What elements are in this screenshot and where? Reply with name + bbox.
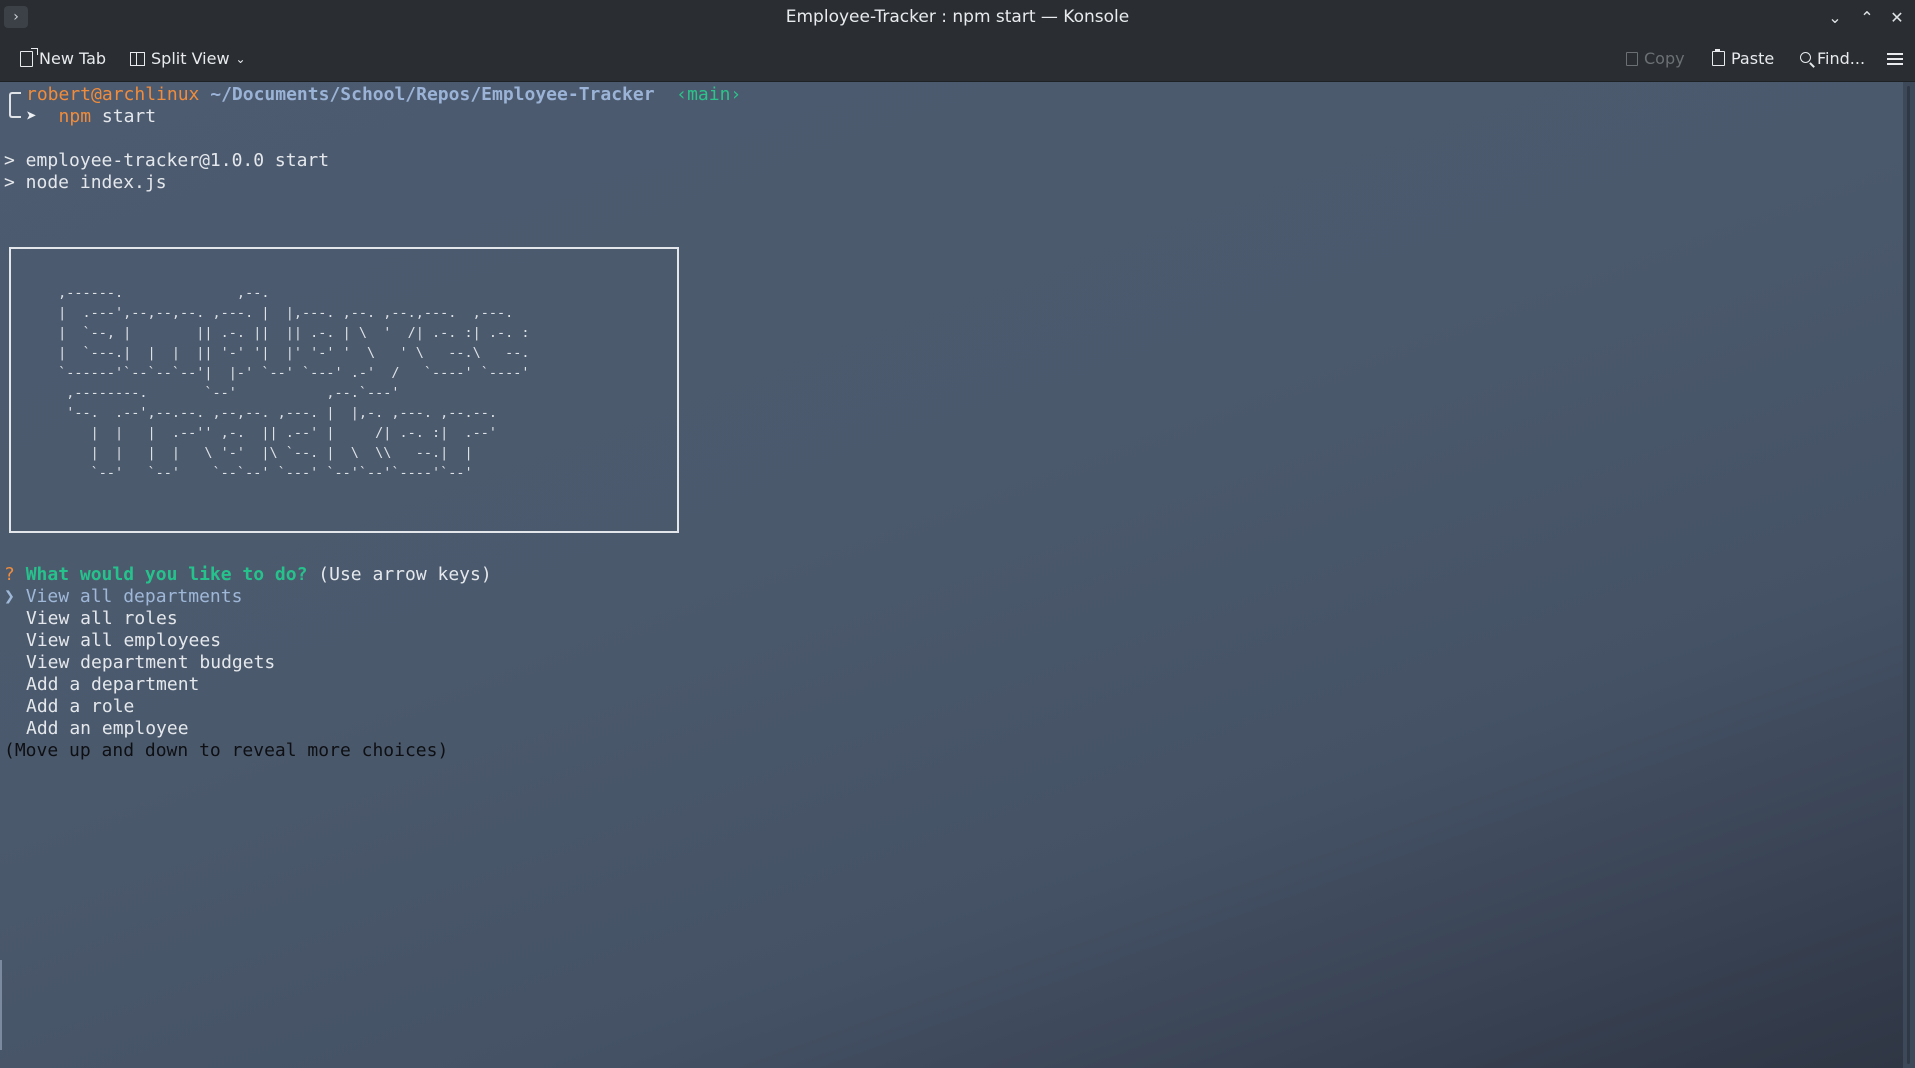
new-tab-button[interactable]: New Tab xyxy=(20,36,106,81)
hamburger-menu-button[interactable] xyxy=(1887,36,1903,81)
split-view-label: Split View xyxy=(151,49,230,68)
prompt-user-host: robert@archlinux xyxy=(26,84,200,105)
question-mark: ? xyxy=(4,564,15,585)
new-tab-label: New Tab xyxy=(39,49,107,68)
toolbar: New Tab Split View ⌄ Copy Paste Find... xyxy=(0,36,1915,82)
paste-icon xyxy=(1712,49,1725,66)
minimize-icon[interactable]: ⌄ xyxy=(1823,6,1847,30)
script-line: > node index.js xyxy=(4,172,167,193)
ascii-banner: ,------. ,--. | .---',--,--,--. ,---. | … xyxy=(58,285,530,481)
window-title: Employee-Tracker : npm start — Konsole xyxy=(785,7,1130,27)
split-view-button[interactable]: Split View ⌄ xyxy=(130,36,246,81)
menu-item[interactable]: View department budgets xyxy=(26,652,275,674)
menu-item[interactable]: Add an employee xyxy=(26,718,189,740)
menu-footer-hint: (Move up and down to reveal more choices… xyxy=(4,740,449,761)
scroll-marker xyxy=(0,960,2,1050)
menu-item[interactable]: Add a role xyxy=(26,696,134,718)
menu-item[interactable]: View all roles xyxy=(26,608,178,630)
split-view-icon xyxy=(130,51,145,66)
terminal-scrollbar[interactable] xyxy=(1903,82,1915,1068)
prompt-bracket xyxy=(9,92,21,118)
close-icon[interactable]: ✕ xyxy=(1885,6,1909,30)
find-label: Find... xyxy=(1817,49,1866,68)
menu-item[interactable]: Add a department xyxy=(26,674,199,696)
question-hint: (Use arrow keys) xyxy=(318,564,492,585)
paste-label: Paste xyxy=(1731,49,1775,68)
command-args: start xyxy=(101,106,157,127)
menu-item-label: View all departments xyxy=(25,586,243,607)
menu-item-selected[interactable]: ❯ View all departments xyxy=(4,586,242,608)
prompt-path: ~/Documents/School/Repos/Employee-Tracke… xyxy=(210,84,655,105)
title-bar: › Employee-Tracker : npm start — Konsole… xyxy=(0,0,1915,36)
maximize-icon[interactable]: ⌃ xyxy=(1855,6,1879,30)
pointer-icon: ❯ xyxy=(4,586,15,607)
question-text: What would you like to do? xyxy=(25,564,308,585)
prompt-branch: ‹main› xyxy=(676,84,742,105)
prompt-arrow-icon: ➤ xyxy=(26,106,37,127)
script-line: > employee-tracker@1.0.0 start xyxy=(4,150,330,171)
new-tab-icon xyxy=(20,47,38,67)
command-name: npm xyxy=(58,106,92,127)
copy-label: Copy xyxy=(1644,49,1685,68)
command-line: ➤ npm start xyxy=(26,106,156,128)
prompt-line: robert@archlinux ~/Documents/School/Repo… xyxy=(26,84,741,106)
konsole-window: › Employee-Tracker : npm start — Konsole… xyxy=(0,0,1915,1068)
find-button[interactable]: Find... xyxy=(1800,36,1865,81)
terminal-view[interactable]: robert@archlinux ~/Documents/School/Repo… xyxy=(0,82,1903,1068)
chevron-down-icon: ⌄ xyxy=(235,51,246,66)
prompt-question: ? What would you like to do? (Use arrow … xyxy=(4,564,492,586)
copy-button[interactable]: Copy xyxy=(1626,36,1685,81)
copy-icon xyxy=(1626,51,1638,66)
menu-item[interactable]: View all employees xyxy=(26,630,221,652)
paste-button[interactable]: Paste xyxy=(1712,36,1774,81)
search-icon xyxy=(1800,51,1811,63)
hamburger-menu-icon xyxy=(1887,51,1903,66)
